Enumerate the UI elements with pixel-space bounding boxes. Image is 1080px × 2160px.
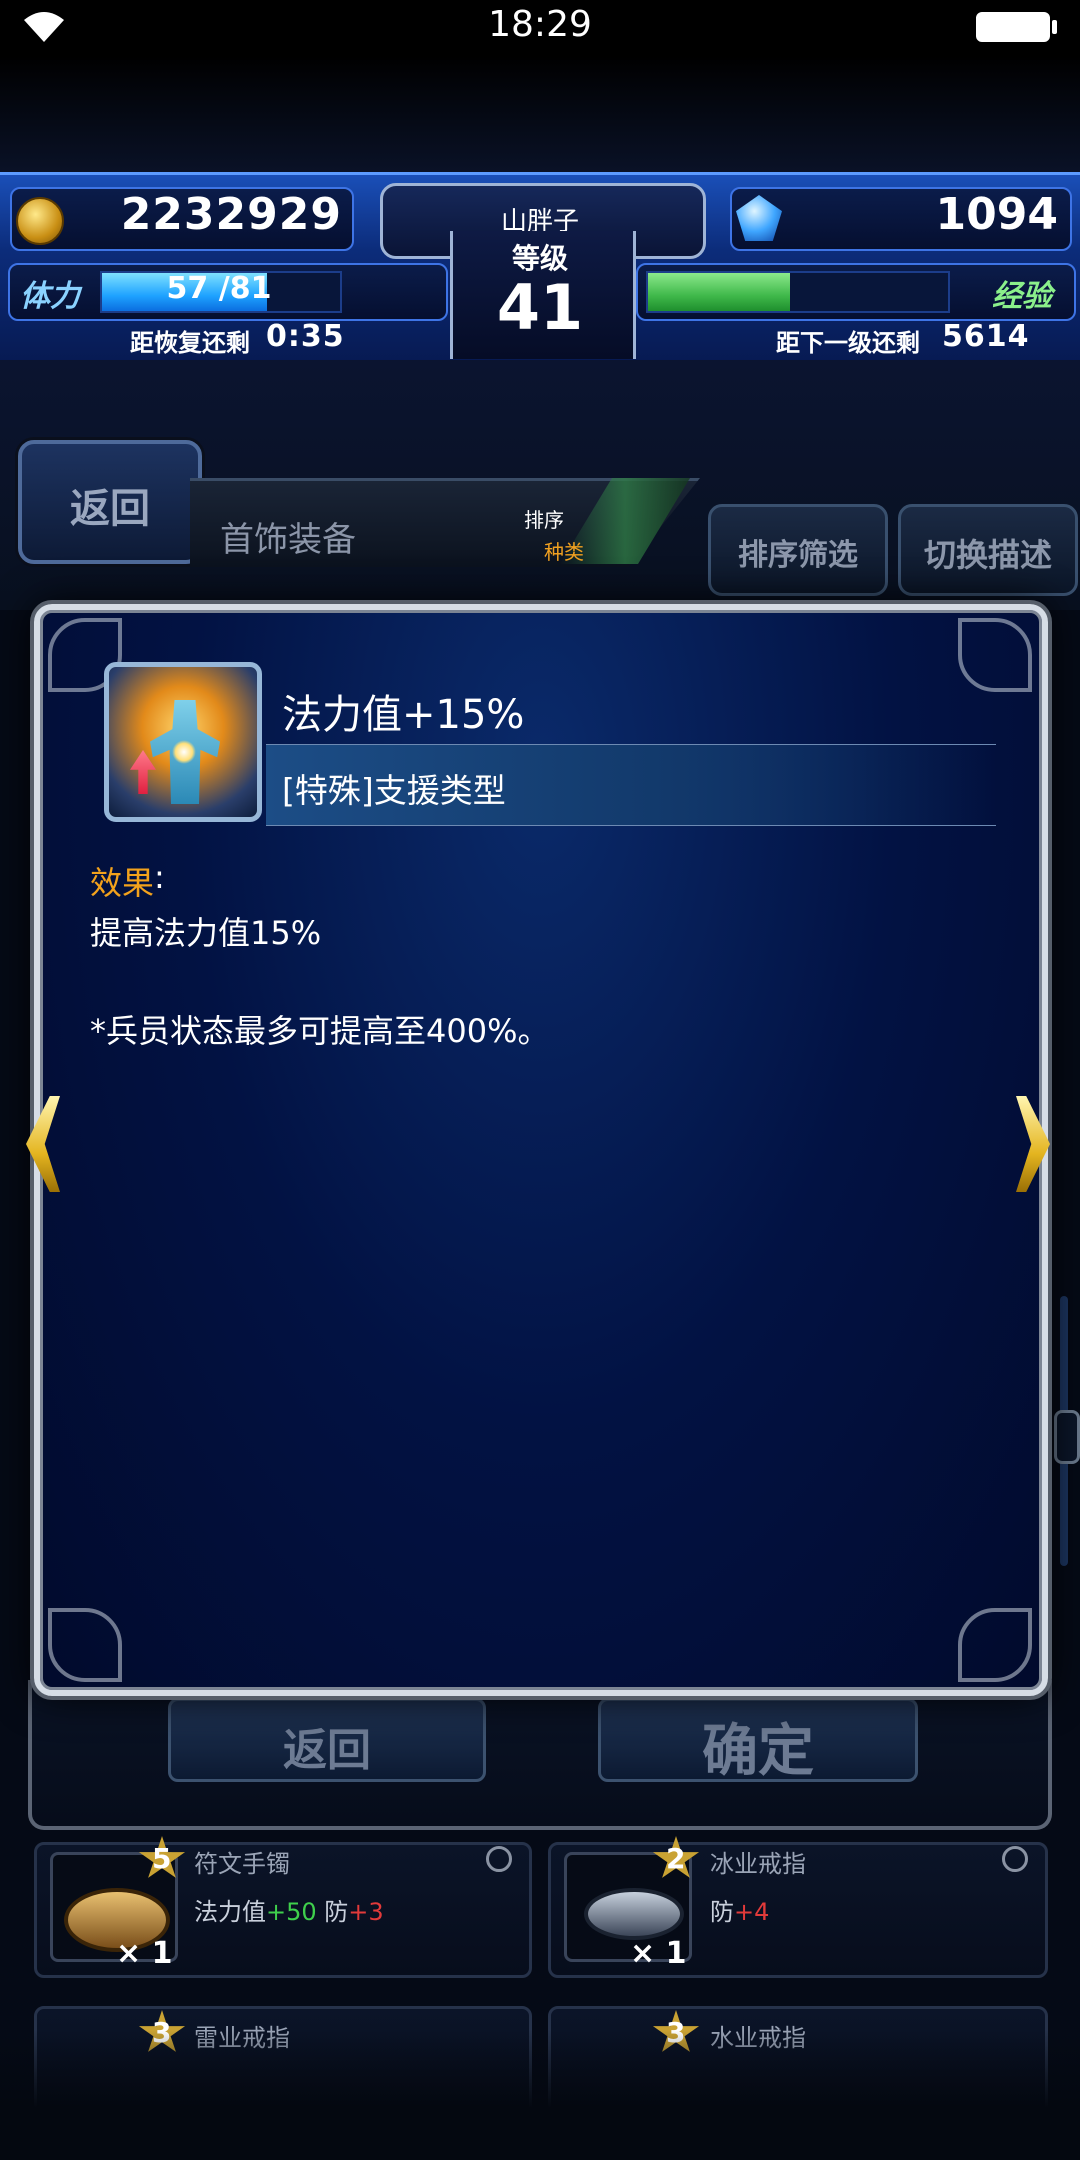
top-background (0, 56, 1080, 176)
exp-bar-fill (648, 273, 790, 311)
skill-type: [特殊]支援类型 (282, 771, 506, 810)
item-count: × 1 (630, 1936, 687, 1971)
battery-tip (1052, 20, 1057, 34)
ring-icon (584, 1888, 684, 1940)
slot-icon (1002, 1846, 1028, 1872)
stamina-label: 体力 (20, 279, 80, 314)
item-count: × 1 (116, 1936, 173, 1971)
rarity-number: 5 (152, 1842, 172, 1875)
dialog-back-label[interactable]: 返回 (168, 1714, 486, 1778)
corner-ornament (950, 610, 1040, 700)
next-level-label: 距下一级还剩 (776, 329, 920, 357)
battery-icon (976, 12, 1050, 42)
status-clock: 18:29 (488, 4, 592, 45)
confirm-label[interactable]: 确定 (598, 1706, 918, 1787)
scrollbar-handle[interactable] (1054, 1410, 1080, 1464)
item-stats: 法力值+50 防+3 (194, 1898, 384, 1926)
sort-label: 排序 (524, 508, 564, 532)
player-header: 2232929 1094 体力 57 /81 距恢复还剩 0:35 经验 距下一… (0, 172, 1080, 366)
switch-description-label[interactable]: 切换描述 (898, 530, 1078, 576)
sort-value: 种类 (544, 540, 584, 564)
glow-icon (172, 740, 196, 764)
next-level-value: 5614 (942, 319, 1030, 354)
gold-coin-icon (16, 197, 64, 245)
recover-label: 距恢复还剩 (130, 329, 250, 357)
category-title: 首饰装备 (220, 520, 356, 560)
item-stats: 防+4 (710, 1898, 770, 1926)
corner-ornament (950, 1600, 1040, 1690)
item-name: 符文手镯 (194, 1850, 290, 1878)
rarity-number: 2 (666, 1842, 686, 1875)
gem-amount: 1094 (935, 189, 1058, 240)
bottom-fade (0, 2030, 1080, 2160)
effect-description: 提高法力值15% (90, 914, 322, 952)
sort-filter-label[interactable]: 排序筛选 (708, 530, 888, 574)
back-button-label[interactable]: 返回 (18, 476, 202, 534)
skill-name: 法力值+15% (282, 692, 525, 738)
effect-label: 效果 (90, 864, 155, 902)
exp-label: 经验 (992, 279, 1052, 314)
corner-ornament (40, 1600, 130, 1690)
gold-amount: 2232929 (120, 189, 342, 240)
effect-note: *兵员状态最多可提高至400%。 (90, 1012, 550, 1050)
stamina-value: 57 /81 (166, 271, 272, 306)
slot-icon (486, 1846, 512, 1872)
effect-colon: : (154, 858, 165, 896)
level-value: 41 (496, 271, 584, 344)
item-name: 冰业戒指 (710, 1850, 806, 1878)
recover-time: 0:35 (266, 319, 345, 354)
